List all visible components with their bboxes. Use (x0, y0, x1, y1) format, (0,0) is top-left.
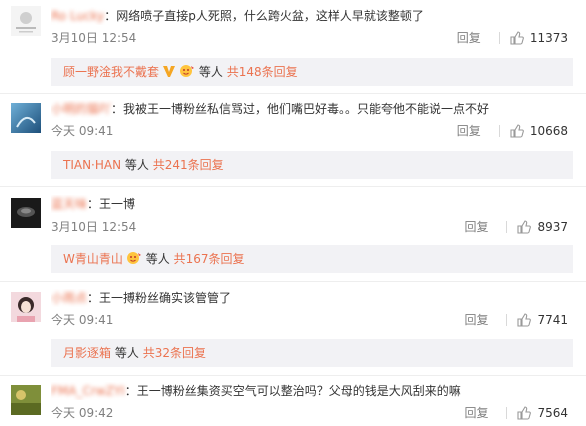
avatar-image (11, 385, 41, 415)
comment-time: 今天 09:41 (51, 124, 114, 138)
comment-time: 今天 09:42 (51, 406, 114, 420)
replies-total[interactable]: 共167条回复 (174, 252, 245, 266)
comment-time: 3月10日 12:54 (51, 220, 137, 234)
comment-username[interactable]: 小明的猫吖 (51, 102, 111, 116)
comment-text: 王一博粉丝集资买空气可以整治吗？父母的钱是大风刮来的嘛 (136, 384, 461, 398)
reply-button[interactable]: 回复 (457, 30, 481, 46)
comment-colon: ： (104, 9, 117, 23)
avatar-image (11, 103, 41, 133)
like-count: 11373 (529, 31, 568, 45)
comment-username[interactable]: 蓝天味 (51, 197, 87, 211)
divider (0, 281, 586, 282)
avatar[interactable] (11, 385, 41, 415)
divider (0, 375, 586, 376)
comment-colon: ： (87, 291, 100, 305)
comment-colon: ： (111, 102, 124, 116)
comment-text: 网络喷子直接p人死照，什么跨火盆，这样人早就该整顿了 (116, 9, 424, 23)
like-button[interactable]: 7741 (517, 312, 568, 328)
reply-username[interactable]: 顾一野淦我不戴套 (63, 65, 159, 79)
comment-colon: ： (87, 197, 100, 211)
comment-text: 我被王一博粉丝私信骂过，他们嘴巴好毒。。只能夸他不能说一点不好 (123, 102, 490, 116)
replies-join: 等人 (114, 346, 139, 360)
v-badge-icon (162, 60, 176, 88)
replies-join: 等人 (145, 252, 170, 266)
like-button[interactable]: 7564 (517, 405, 568, 421)
replies-box[interactable]: W青山青山 等人 共167条回复 (51, 245, 573, 273)
reply-button[interactable]: 回复 (464, 312, 488, 328)
avatar-image (11, 6, 41, 36)
divider (0, 93, 586, 94)
replies-box[interactable]: 顾一野淦我不戴套 等人 共148条回复 (51, 58, 573, 86)
emoji-icon (179, 60, 195, 88)
divider (498, 32, 500, 44)
comment-colon: ： (124, 384, 137, 398)
divider (506, 314, 508, 326)
comment-time: 今天 09:41 (51, 313, 114, 327)
replies-box[interactable]: 月影逐箱 等人 共32条回复 (51, 339, 573, 367)
reply-username[interactable]: TIAN·HAN (63, 158, 121, 172)
divider (498, 125, 500, 137)
comment-username[interactable]: FMA_CrwZYI (51, 384, 125, 398)
replies-box[interactable]: TIAN·HAN 等人 共241条回复 (51, 151, 573, 179)
replies-total[interactable]: 共148条回复 (227, 65, 298, 79)
thumbs-up-icon (517, 406, 532, 420)
replies-join: 等人 (124, 158, 149, 172)
comment-username[interactable]: Ro Lucky (51, 9, 104, 23)
emoji-icon (126, 247, 142, 275)
thumbs-up-icon (510, 31, 524, 45)
comment-text: 王一搏粉丝确实该管管了 (99, 291, 232, 305)
divider (506, 407, 508, 419)
reply-button[interactable]: 回复 (457, 123, 481, 139)
like-count: 7564 (537, 406, 568, 420)
avatar[interactable] (11, 6, 41, 36)
replies-total[interactable]: 共241条回复 (153, 158, 224, 172)
thumbs-up-icon (510, 124, 524, 138)
like-count: 10668 (529, 124, 568, 138)
avatar[interactable] (11, 198, 41, 228)
avatar[interactable] (11, 292, 41, 322)
replies-join: 等人 (198, 65, 223, 79)
reply-button[interactable]: 回复 (464, 405, 488, 421)
like-count: 8937 (537, 220, 568, 234)
divider (0, 186, 586, 187)
reply-button[interactable]: 回复 (464, 219, 488, 235)
like-button[interactable]: 8937 (517, 219, 568, 235)
reply-username[interactable]: 月影逐箱 (63, 346, 111, 360)
like-button[interactable]: 11373 (510, 30, 568, 46)
like-count: 7741 (537, 313, 568, 327)
thumbs-up-icon (517, 313, 532, 327)
avatar-image (11, 292, 41, 322)
divider (506, 221, 508, 233)
comment-time: 3月10日 12:54 (51, 31, 137, 45)
comment-text: 王一博 (99, 197, 136, 211)
reply-username[interactable]: W青山青山 (63, 252, 123, 266)
comment-username[interactable]: 小雨点 (51, 291, 87, 305)
thumbs-up-icon (517, 220, 532, 234)
avatar[interactable] (11, 103, 41, 133)
replies-total[interactable]: 共32条回复 (143, 346, 206, 360)
like-button[interactable]: 10668 (510, 123, 568, 139)
avatar-image (11, 198, 41, 228)
